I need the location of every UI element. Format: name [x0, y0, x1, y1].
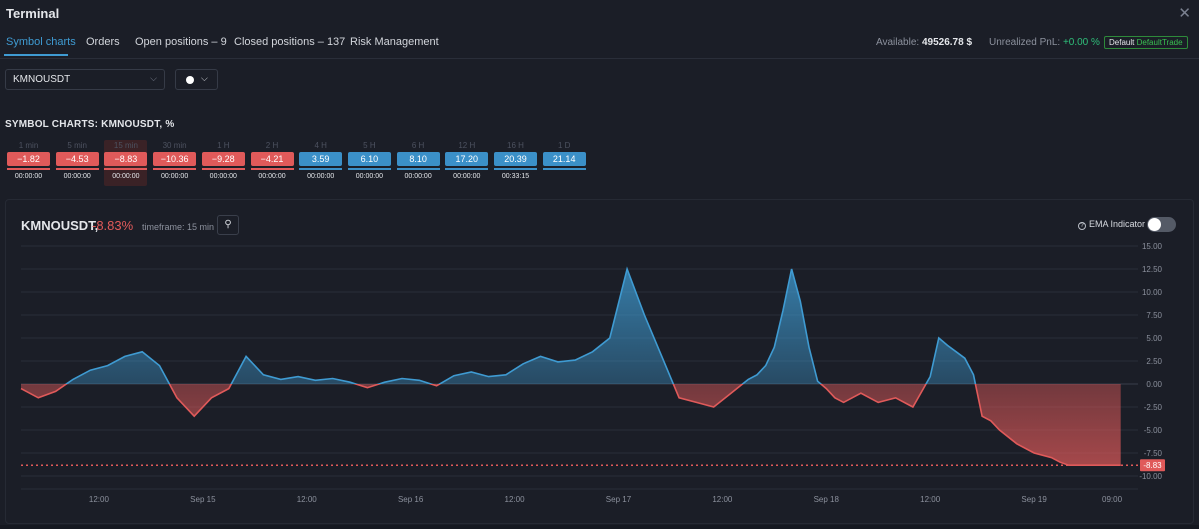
- x-tick-label: Sep 18: [814, 495, 840, 504]
- y-tick-label: 10.00: [1142, 288, 1163, 297]
- y-tick-label: -5.00: [1144, 426, 1163, 435]
- x-tick-label: Sep 19: [1021, 495, 1047, 504]
- price-chart[interactable]: 15.00 12.50 10.00 7.50 5.00 2.50 0.00 -2.50 -5.0…: [0, 0, 1199, 529]
- x-tick-label: Sep 16: [398, 495, 424, 504]
- area-fill-positive: [21, 269, 1121, 384]
- y-tick-label: 5.00: [1146, 334, 1162, 343]
- x-tick-label: 12:00: [89, 495, 110, 504]
- x-tick-label: 12:00: [505, 495, 526, 504]
- x-tick-label: Sep 17: [606, 495, 632, 504]
- bottom-strip: [0, 525, 1199, 529]
- x-tick-label: 09:00: [1102, 495, 1123, 504]
- x-tick-label: 12:00: [297, 495, 318, 504]
- current-value-label: -8.83: [1143, 461, 1162, 470]
- y-tick-label: -7.50: [1144, 449, 1163, 458]
- terminal-window: Terminal ✕ Symbol charts Orders Open pos…: [0, 0, 1199, 529]
- y-tick-label: -2.50: [1144, 403, 1163, 412]
- y-tick-label: 12.50: [1142, 265, 1163, 274]
- y-tick-label: 7.50: [1146, 311, 1162, 320]
- y-tick-label: 15.00: [1142, 242, 1163, 251]
- y-tick-label: 0.00: [1146, 380, 1162, 389]
- x-tick-label: 12:00: [920, 495, 941, 504]
- x-tick-label: 12:00: [712, 495, 733, 504]
- x-tick-label: Sep 15: [190, 495, 216, 504]
- y-tick-label: 2.50: [1146, 357, 1162, 366]
- y-tick-label: -10.00: [1139, 472, 1162, 481]
